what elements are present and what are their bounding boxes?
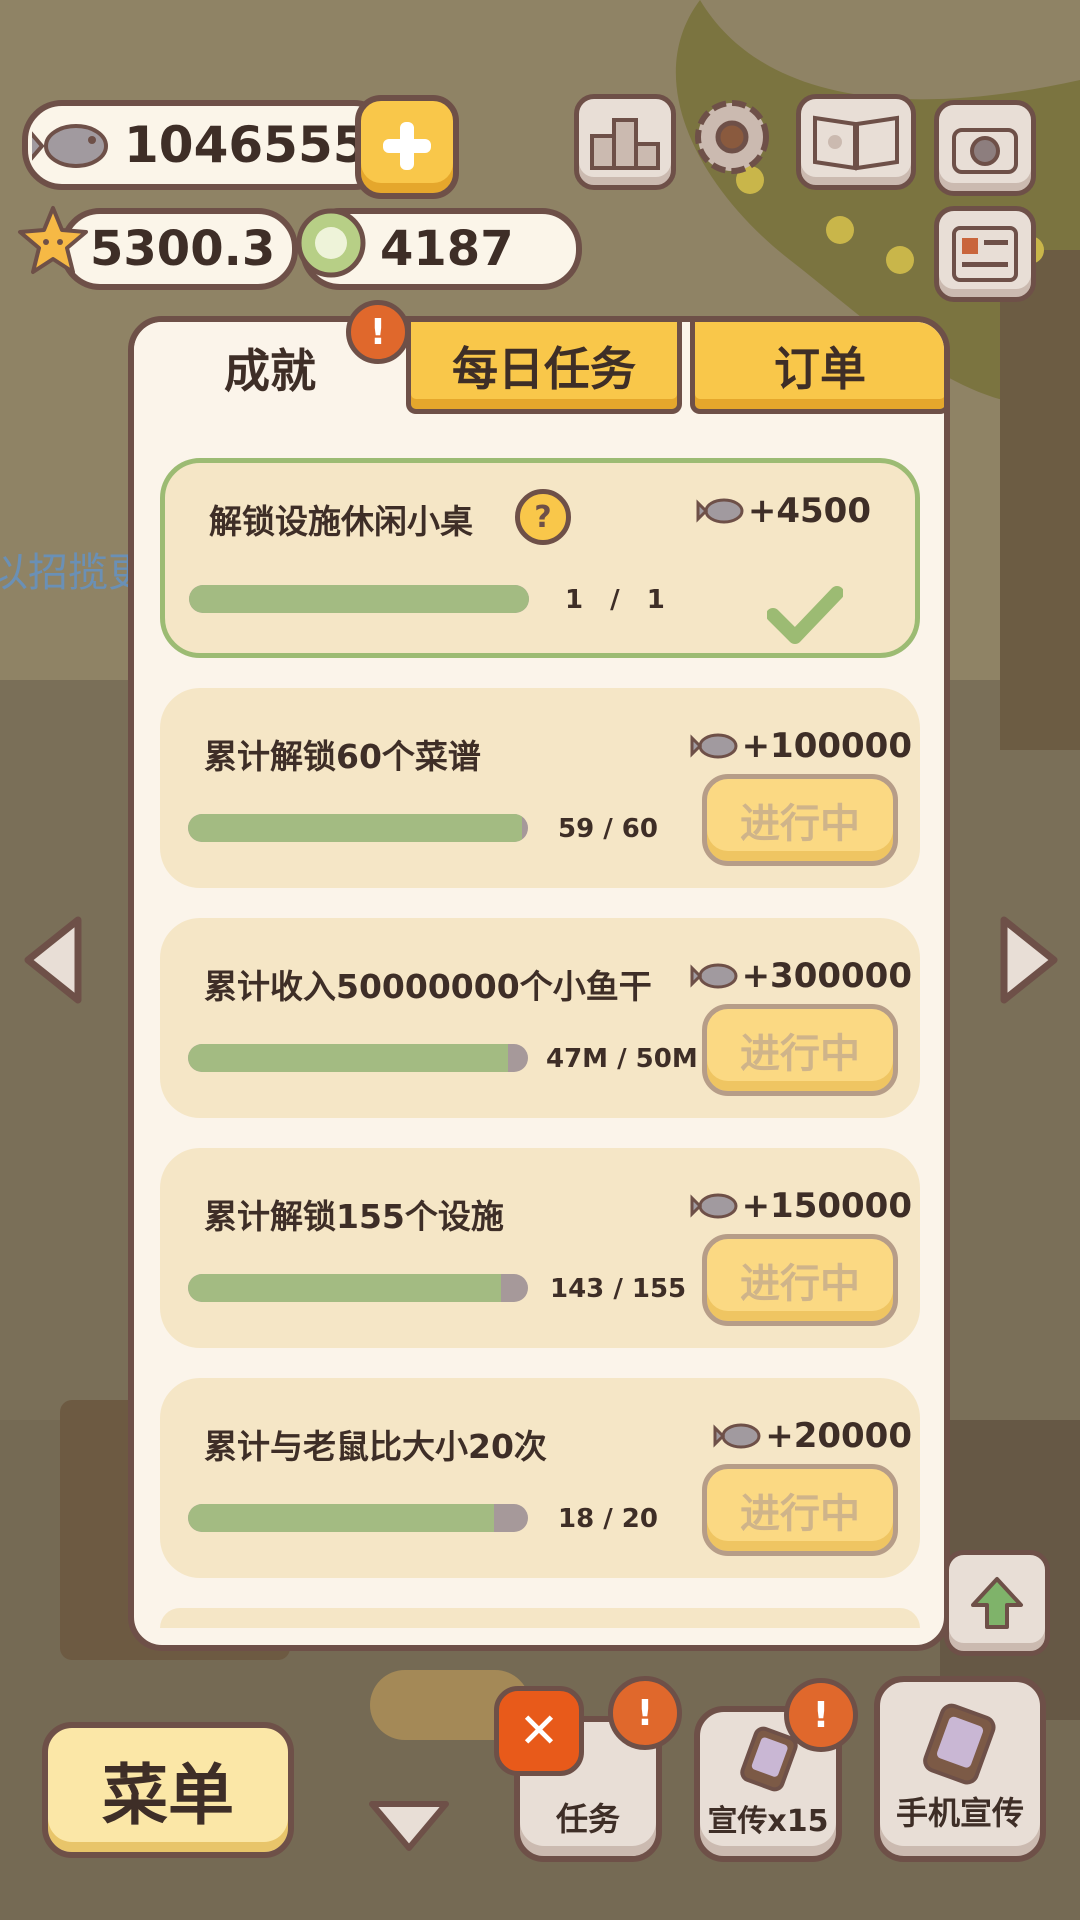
task-title: 解锁设施休闲小桌 [209, 502, 473, 541]
in-progress-button[interactable]: 进行中 [702, 1004, 898, 1096]
tab-orders[interactable]: 订单 [690, 322, 944, 414]
progress-text: 47M / 50M [546, 1044, 698, 1074]
check-icon [767, 586, 843, 644]
fish-icon [690, 963, 738, 989]
newspaper-button[interactable] [934, 206, 1036, 302]
reward-amount: +150000 [741, 1186, 912, 1226]
task-title: 累计与老鼠比大小20次 [204, 1427, 547, 1466]
fish-icon [32, 124, 108, 168]
progress-bar [188, 814, 528, 842]
phone-icon [923, 1703, 996, 1785]
progress-fill [188, 1044, 508, 1072]
leaderboard-button[interactable] [574, 94, 676, 190]
fish-icon [696, 498, 744, 524]
task-reward: +300000 [690, 956, 912, 996]
in-progress-button[interactable]: 进行中 [702, 1234, 898, 1326]
coin-count: 4187 [380, 221, 514, 277]
recipe-book-button[interactable] [796, 94, 916, 190]
star-icon [18, 206, 88, 274]
task-reward: +20000 [713, 1416, 912, 1456]
arrow-up-icon [971, 1577, 1023, 1629]
menu-button[interactable]: 菜单 [42, 1722, 294, 1858]
in-progress-button[interactable]: 进行中 [702, 774, 898, 866]
phone-promo-label: 手机宣传 [895, 1794, 1024, 1832]
arrow-left-icon[interactable] [18, 910, 88, 1010]
fish-currency-bar: 1046555 [22, 100, 394, 190]
reward-amount: +300000 [741, 956, 912, 996]
book-icon [813, 115, 899, 171]
star-currency-bar: 5300.3 [60, 208, 298, 290]
task-reward: +150000 [690, 1186, 912, 1226]
progress-fill [188, 1504, 494, 1532]
upgrade-button[interactable] [944, 1550, 1050, 1656]
coin-icon [296, 208, 366, 278]
fish-count: 1046555 [124, 116, 368, 174]
add-fish-button[interactable] [355, 95, 459, 199]
task-reward: +4500 [696, 491, 871, 531]
reward-amount: +20000 [765, 1416, 912, 1456]
progress-text: 143 / 155 [550, 1274, 687, 1304]
task-card: 解锁设施休闲小桌 ? +4500 1 / 1 [160, 458, 920, 658]
tasks-alert-badge: ! [608, 1676, 682, 1750]
promo-label: 宣传x15 [707, 1804, 829, 1839]
progress-fill [188, 814, 523, 842]
gear-icon [695, 100, 769, 174]
task-card: 累计与老鼠比大小20次 +20000 18 / 20 进行中 [160, 1378, 920, 1578]
task-card: 累计解锁60个菜谱 +100000 59 / 60 进行中 [160, 688, 920, 888]
fish-icon [690, 1193, 738, 1219]
progress-text: 18 / 20 [558, 1504, 658, 1534]
newspaper-icon [952, 226, 1018, 282]
progress-fill [189, 585, 529, 613]
task-title: 累计解锁60个菜谱 [204, 737, 481, 776]
podium-icon [590, 118, 660, 170]
progress-bar [189, 585, 529, 613]
camera-button[interactable] [934, 100, 1036, 196]
reward-amount: +4500 [747, 491, 871, 531]
progress-bar [188, 1504, 528, 1532]
help-button[interactable]: ? [515, 489, 571, 545]
settings-button[interactable] [686, 94, 778, 180]
progress-fill [188, 1274, 501, 1302]
star-count: 5300.3 [90, 221, 276, 277]
task-reward: +100000 [690, 726, 912, 766]
progress-text: 59 / 60 [558, 814, 658, 844]
camera-icon [952, 128, 1018, 174]
progress-bar [188, 1044, 528, 1072]
chevron-down-icon[interactable] [364, 1796, 454, 1856]
arrow-right-icon[interactable] [994, 910, 1064, 1010]
tasks-label: 任务 [555, 1800, 620, 1838]
task-card: 累计解锁155个设施 +150000 143 / 155 进行中 [160, 1148, 920, 1348]
progress-text: 1 / 1 [565, 585, 665, 615]
fish-icon [690, 733, 738, 759]
progress-bar [188, 1274, 528, 1302]
menu-label: 菜单 [102, 1757, 234, 1834]
task-card-partial [160, 1608, 920, 1628]
task-card: 累计收入50000000个小鱼干 +300000 47M / 50M 进行中 [160, 918, 920, 1118]
in-progress-button[interactable]: 进行中 [702, 1464, 898, 1556]
task-title: 累计收入50000000个小鱼干 [204, 967, 652, 1006]
tab-daily-tasks[interactable]: 每日任务 [406, 322, 682, 414]
promo-alert-badge: ! [784, 1678, 858, 1752]
fish-icon [713, 1423, 761, 1449]
task-title: 累计解锁155个设施 [204, 1197, 504, 1236]
reward-amount: +100000 [741, 726, 912, 766]
close-button[interactable]: ✕ [494, 1686, 584, 1776]
tab-alert-badge: ! [346, 300, 410, 364]
